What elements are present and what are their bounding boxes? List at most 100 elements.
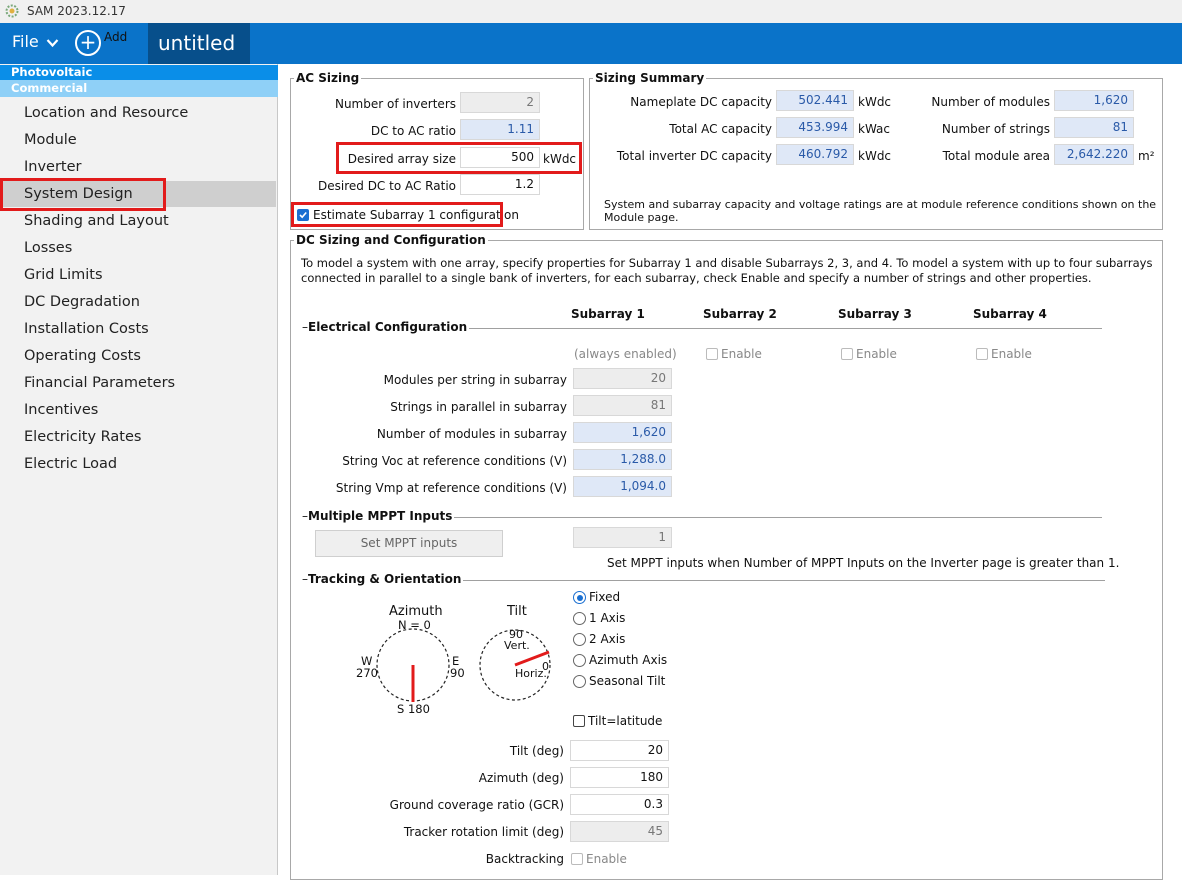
subarray3-header: Subarray 3 xyxy=(838,307,912,321)
sidebar-item-grid-limits[interactable]: Grid Limits xyxy=(0,262,276,288)
sidebar-item-electric-load[interactable]: Electric Load xyxy=(0,451,276,477)
plus-circle-icon: + xyxy=(75,30,101,56)
sidebar-item-losses[interactable]: Losses xyxy=(0,235,276,261)
electrical-config-label: Electrical Configuration xyxy=(308,320,468,334)
tilt-deg-label: Tilt (deg) xyxy=(509,744,564,758)
sidebar-item-financial-parameters[interactable]: Financial Parameters xyxy=(0,370,276,396)
azimuth-dial-title: Azimuth xyxy=(389,604,443,619)
radio-fixed[interactable] xyxy=(573,591,586,604)
financial-model-label: Commercial xyxy=(0,80,278,97)
tracking-title-label: Tracking & Orientation xyxy=(308,572,462,586)
radio-1-axis[interactable] xyxy=(573,612,586,625)
strings-parallel-label: Strings in parallel in subarray xyxy=(390,400,567,414)
nameplate-unit: kWdc xyxy=(858,95,892,109)
rotation-limit-value: 45 xyxy=(570,821,669,842)
highlight-desired-array xyxy=(336,142,582,174)
tracking-title: –Tracking & Orientation xyxy=(300,572,464,586)
modules-per-string-value: 20 xyxy=(573,368,672,389)
radio-azimuth-axis[interactable] xyxy=(573,654,586,667)
num-modules-label: Number of modules xyxy=(931,95,1050,109)
electrical-config-title: –Electrical Configuration xyxy=(300,320,470,334)
radio-2-axis[interactable] xyxy=(573,633,586,646)
string-voc-value: 1,288.0 xyxy=(573,449,672,470)
inverter-dc-value: 460.792 xyxy=(776,144,854,165)
desired-ratio-label: Desired DC to AC Ratio xyxy=(318,179,456,193)
radio-azimuth-axis-label: Azimuth Axis xyxy=(589,653,668,667)
radio-1-axis-label: 1 Axis xyxy=(589,611,626,625)
subarray3-enable-label: Enable xyxy=(856,347,897,361)
num-strings-label: Number of strings xyxy=(941,122,1050,136)
case-tab-label: untitled xyxy=(158,31,236,55)
add-label: Add xyxy=(104,30,128,44)
backtracking-enable-label: Enable xyxy=(586,852,627,866)
num-modules-value: 1,620 xyxy=(1054,90,1134,111)
sidebar-item-dc-degradation[interactable]: DC Degradation xyxy=(0,289,276,315)
tilt-latitude-checkbox[interactable] xyxy=(573,715,585,727)
tilt-pointer xyxy=(514,650,550,667)
total-ac-value: 453.994 xyxy=(776,117,854,138)
dc-sizing-desc-line1: To model a system with one array, specif… xyxy=(301,256,1153,270)
backtracking-label: Backtracking xyxy=(485,852,564,866)
case-tab[interactable]: untitled xyxy=(148,23,250,90)
num-inverters-value: 2 xyxy=(460,92,540,113)
sidebar-item-operating-costs[interactable]: Operating Costs xyxy=(0,343,276,369)
file-menu[interactable]: File xyxy=(12,32,59,51)
file-menu-label: File xyxy=(12,32,39,51)
num-modules-sub-value: 1,620 xyxy=(573,422,672,443)
title-bar: SAM 2023.12.17 xyxy=(0,0,1182,23)
dc-sizing-desc-line2: connected in parallel to a single bank o… xyxy=(301,271,1092,285)
tilt-dial-title: Tilt xyxy=(507,604,527,619)
string-vmp-value: 1,094.0 xyxy=(573,476,672,497)
mppt-value: 1 xyxy=(573,527,672,548)
azimuth-deg-input[interactable]: 180 xyxy=(570,767,669,788)
chevron-down-icon xyxy=(46,38,59,47)
subarray1-header: Subarray 1 xyxy=(571,307,645,321)
azimuth-deg-label: Azimuth (deg) xyxy=(478,771,564,785)
rotation-limit-label: Tracker rotation limit (deg) xyxy=(403,825,564,839)
inverter-dc-label: Total inverter DC capacity xyxy=(616,149,772,163)
total-ac-label: Total AC capacity xyxy=(669,122,772,136)
strings-parallel-value: 81 xyxy=(573,395,672,416)
sidebar-item-incentives[interactable]: Incentives xyxy=(0,397,276,423)
add-button[interactable]: + Add xyxy=(75,30,127,56)
azimuth-dial xyxy=(376,628,450,702)
subarray4-enable-checkbox[interactable] xyxy=(976,348,988,360)
subarray3-enable-checkbox[interactable] xyxy=(841,348,853,360)
ac-sizing-title: AC Sizing xyxy=(294,71,362,85)
sidebar-item-shading[interactable]: Shading and Layout xyxy=(0,208,276,234)
set-mppt-button[interactable]: Set MPPT inputs xyxy=(315,530,503,557)
tilt-dial xyxy=(479,629,551,701)
technology-label: Photovoltaic xyxy=(0,65,278,80)
sidebar-item-electricity-rates[interactable]: Electricity Rates xyxy=(0,424,276,450)
highlight-system-design xyxy=(0,178,166,211)
summary-note-line2: Module page. xyxy=(604,211,679,224)
sidebar-item-inverter[interactable]: Inverter xyxy=(0,154,276,180)
backtracking-checkbox[interactable] xyxy=(571,853,583,865)
sidebar-item-module[interactable]: Module xyxy=(0,127,276,153)
sidebar-item-installation-costs[interactable]: Installation Costs xyxy=(0,316,276,342)
num-inverters-label: Number of inverters xyxy=(334,97,456,111)
subarray2-enable-label: Enable xyxy=(721,347,762,361)
module-area-unit: m² xyxy=(1138,149,1155,163)
sidebar-item-location[interactable]: Location and Resource xyxy=(0,100,276,126)
tilt-deg-input[interactable]: 20 xyxy=(570,740,669,761)
radio-fixed-label: Fixed xyxy=(589,590,621,604)
gcr-label: Ground coverage ratio (GCR) xyxy=(389,798,564,812)
nameplate-value: 502.441 xyxy=(776,90,854,111)
subarray4-header: Subarray 4 xyxy=(973,307,1047,321)
desired-ratio-input[interactable]: 1.2 xyxy=(460,174,540,195)
string-voc-label: String Voc at reference conditions (V) xyxy=(342,454,567,468)
highlight-estimate-subarray xyxy=(291,202,503,227)
subarray2-enable-checkbox[interactable] xyxy=(706,348,718,360)
dc-ac-ratio-label: DC to AC ratio xyxy=(370,124,456,138)
sizing-summary-title: Sizing Summary xyxy=(593,71,707,85)
dc-ac-ratio-value: 1.11 xyxy=(460,119,540,140)
mppt-note: Set MPPT inputs when Number of MPPT Inpu… xyxy=(607,556,1120,570)
tilt-latitude-label: Tilt=latitude xyxy=(588,714,663,728)
num-strings-value: 81 xyxy=(1054,117,1134,138)
radio-seasonal-tilt[interactable] xyxy=(573,675,586,688)
always-enabled-label: (always enabled) xyxy=(574,347,677,361)
subarray4-enable-label: Enable xyxy=(991,347,1032,361)
gcr-input[interactable]: 0.3 xyxy=(570,794,669,815)
num-modules-sub-label: Number of modules in subarray xyxy=(376,427,567,441)
